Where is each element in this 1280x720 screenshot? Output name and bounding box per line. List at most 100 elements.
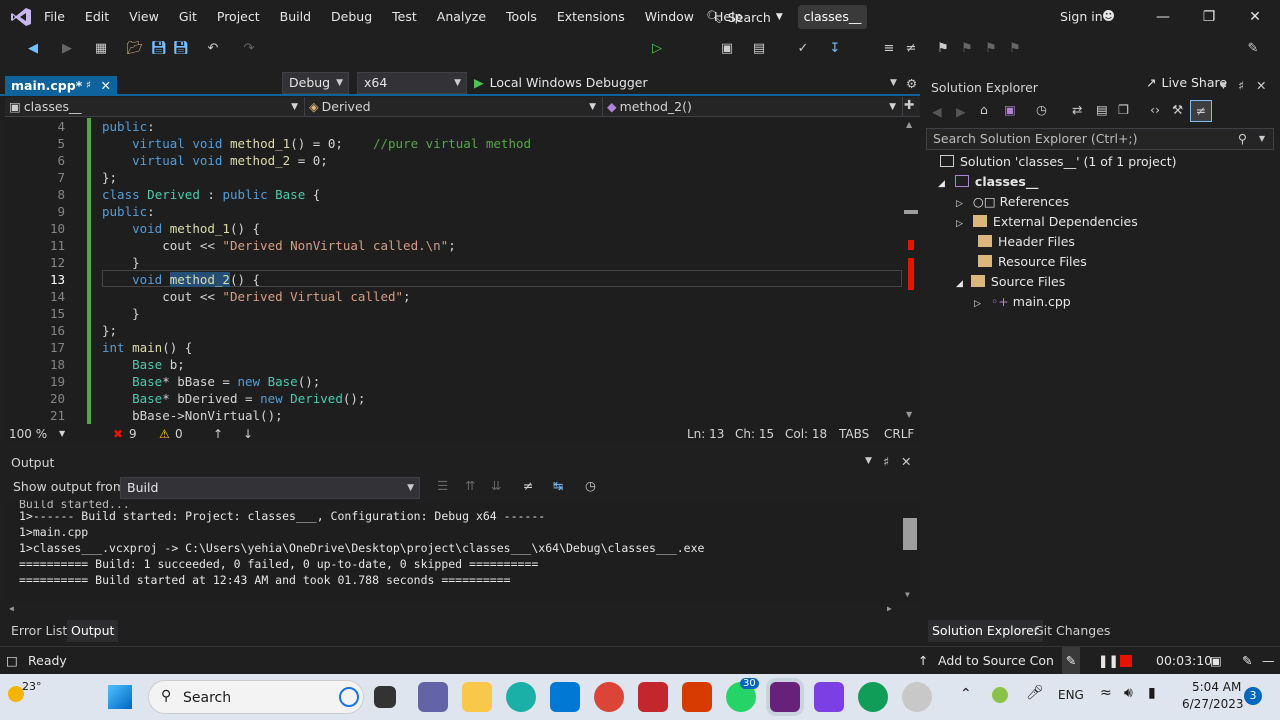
clock-date[interactable]: 6/27/2023	[1182, 697, 1244, 711]
layout-icon[interactable]: ▤	[750, 40, 768, 58]
warning-count[interactable]: 0	[175, 424, 183, 444]
chrome-icon[interactable]	[594, 682, 624, 712]
clock-icon[interactable]: ◷	[585, 478, 596, 493]
tab-solution-explorer[interactable]: Solution Explorer	[928, 620, 1043, 642]
pin-icon[interactable]: ♯	[883, 454, 889, 469]
menu-window[interactable]: Window	[635, 0, 704, 34]
clapper-icon[interactable]	[814, 682, 844, 712]
bookmark-icon[interactable]: ⚑	[934, 40, 952, 58]
teams-icon[interactable]	[418, 682, 448, 712]
home-icon[interactable]: ⌂	[980, 102, 988, 117]
error-icon[interactable]: ✖	[113, 424, 123, 444]
pending-changes-icon[interactable]: ◷	[1036, 102, 1047, 117]
scroll-left-icon[interactable]: ◀	[9, 604, 14, 613]
notification-badge[interactable]: 3	[1244, 687, 1262, 705]
volume-icon[interactable]: 🔊︎	[1124, 685, 1133, 701]
collapse-icon[interactable]: —	[1262, 647, 1275, 675]
recorder-icon[interactable]	[638, 682, 668, 712]
edit-icon[interactable]: ✎	[1242, 647, 1252, 675]
sync-icon[interactable]: ⇄	[1072, 102, 1082, 117]
office-icon[interactable]	[682, 682, 712, 712]
forward-icon[interactable]: ▶	[956, 104, 966, 119]
menu-test[interactable]: Test	[382, 0, 427, 34]
save-all-icon[interactable]: 💾︎	[172, 40, 190, 58]
close-icon[interactable]: ✕	[901, 454, 911, 469]
output-horizontal-scrollbar[interactable]: ◀ ▶	[5, 604, 901, 618]
split-icon[interactable]: ✚	[904, 97, 914, 112]
tree-item-main-cpp[interactable]: ▷ ◦+ main.cpp	[974, 292, 1071, 312]
stop-icon[interactable]	[1120, 655, 1132, 667]
scroll-down-icon[interactable]: ▼	[905, 590, 910, 599]
chrome-profile-icon[interactable]	[858, 682, 888, 712]
collapse-all-icon[interactable]: ▤	[1096, 102, 1108, 117]
language-indicator[interactable]: ENG	[1058, 688, 1084, 702]
tray-chevron-icon[interactable]: ⌃	[960, 686, 972, 702]
clear-all-icon[interactable]: ≠	[523, 478, 533, 493]
battery-icon[interactable]: ▮	[1148, 685, 1156, 701]
bookmark-next-icon[interactable]: ⚑	[982, 40, 1000, 58]
menu-file[interactable]: File	[34, 0, 75, 34]
pause-icon[interactable]: ❚❚	[1098, 647, 1119, 675]
project-scope-dropdown[interactable]: ▣ classes__ ▼	[5, 97, 305, 117]
redo-icon[interactable]: ↷	[240, 40, 258, 58]
word-wrap-icon[interactable]: ↹	[553, 478, 563, 493]
panel-menu-icon[interactable]: ▼	[1220, 81, 1227, 91]
find-message-icon[interactable]: ☰	[437, 478, 448, 493]
menu-view[interactable]: View	[119, 0, 169, 34]
preview-icon[interactable]: ≠	[1190, 100, 1212, 122]
output-source-select[interactable]: Build ▼	[120, 477, 420, 499]
account-icon[interactable]: ☻	[1102, 8, 1115, 23]
forward-icon[interactable]: ▶	[58, 40, 76, 58]
tree-item-resource-files[interactable]: Resource Files	[978, 252, 1087, 272]
close-icon[interactable]: ✕	[101, 76, 111, 96]
tray-app-icon[interactable]	[992, 687, 1008, 703]
maximize-icon[interactable]: ❐	[1186, 0, 1232, 34]
chevron-down-icon[interactable]: ▼	[1259, 129, 1265, 149]
scroll-up-icon[interactable]: ▲	[906, 120, 912, 129]
zoom-select[interactable]: 100 %	[9, 424, 47, 444]
store-icon[interactable]	[550, 682, 580, 712]
comment-icon[interactable]: ≠	[902, 40, 920, 58]
undo-icon[interactable]: ↶	[204, 40, 222, 58]
tab-overflow-icon[interactable]: ▼	[890, 78, 897, 88]
scroll-down-icon[interactable]: ▼	[906, 410, 912, 419]
microphone-icon[interactable]: 🎤︎	[1026, 685, 1044, 701]
tree-item-project[interactable]: ◢ classes__	[938, 172, 1038, 192]
feedback-icon[interactable]: ✎	[1244, 40, 1262, 58]
tab-error-list[interactable]: Error List	[7, 620, 71, 642]
arrow-down-icon[interactable]: ↓	[243, 424, 253, 444]
close-icon[interactable]: ✕	[1256, 78, 1266, 93]
weather-temp[interactable]: 23°	[22, 680, 42, 693]
menu-analyze[interactable]: Analyze	[427, 0, 496, 34]
tab-git-changes[interactable]: Git Changes	[1030, 620, 1114, 642]
task-view-icon[interactable]	[374, 686, 396, 708]
pin-icon[interactable]: ♯	[86, 76, 91, 96]
menu-build[interactable]: Build	[270, 0, 321, 34]
visual-studio-icon[interactable]	[770, 682, 800, 712]
format-icon[interactable]: ≡	[880, 40, 898, 58]
menu-tools[interactable]: Tools	[496, 0, 547, 34]
open-folder-icon[interactable]: 📂︎	[126, 40, 144, 58]
app-icon[interactable]	[902, 682, 932, 712]
close-icon[interactable]: ✕	[1232, 0, 1278, 34]
menu-git[interactable]: Git	[169, 0, 207, 34]
edge-icon[interactable]	[506, 682, 536, 712]
editor-vertical-scrollbar[interactable]: ▲ ▼	[902, 118, 920, 424]
code-editor[interactable]: 4 5 6 7 8 9 10 11 12 13 14 15 16 17 18 1…	[5, 118, 920, 424]
show-all-files-icon[interactable]: ❐	[1118, 102, 1129, 117]
warning-icon[interactable]: ⚠	[159, 424, 170, 444]
menu-project[interactable]: Project	[207, 0, 270, 34]
code-view-icon[interactable]: ‹›	[1150, 102, 1160, 117]
tree-item-source-files[interactable]: ◢ Source Files	[956, 272, 1065, 292]
wifi-icon[interactable]: ≈	[1100, 685, 1112, 701]
chevron-down-icon[interactable]: ▼	[59, 424, 65, 444]
wrench-icon[interactable]: ⚒	[1172, 102, 1183, 117]
step-icon[interactable]: ↧	[826, 40, 844, 58]
scroll-thumb[interactable]	[903, 518, 917, 550]
save-icon[interactable]: 💾︎	[150, 40, 168, 58]
spellcheck-icon[interactable]: ✓	[794, 40, 812, 58]
panel-menu-icon[interactable]: ▼	[865, 456, 872, 466]
class-scope-dropdown[interactable]: ◈ Derived ▼	[305, 97, 603, 117]
file-explorer-icon[interactable]	[462, 682, 492, 712]
tree-item-solution[interactable]: Solution 'classes__' (1 of 1 project)	[940, 152, 1177, 172]
